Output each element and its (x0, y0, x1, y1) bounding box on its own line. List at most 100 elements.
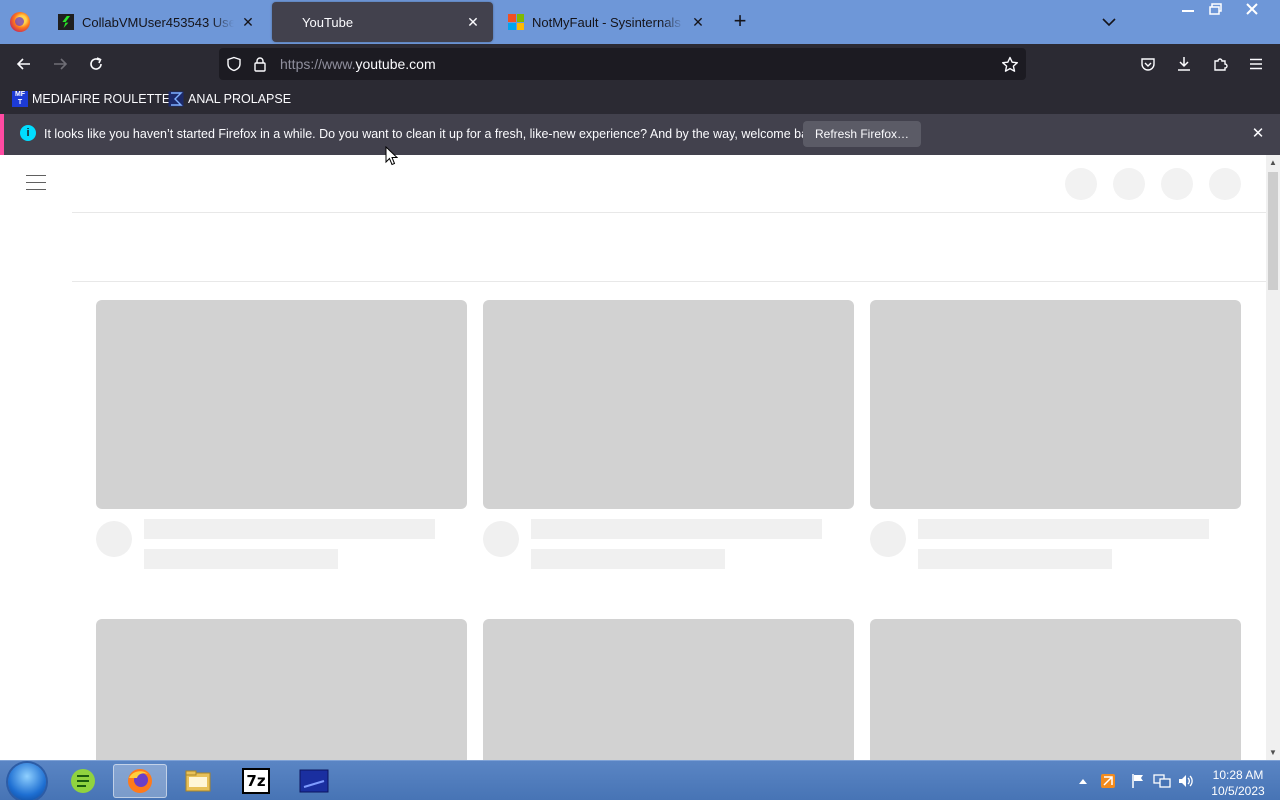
arrow-left-icon (16, 58, 30, 70)
channel-avatar-placeholder (96, 521, 132, 557)
youtube-page-skeleton (0, 155, 1266, 760)
new-tab-button[interactable]: + (728, 10, 752, 34)
video-thumbnail-placeholder (96, 300, 467, 509)
refresh-firefox-notification: i It looks like you haven’t started Fire… (0, 114, 1280, 155)
sigma-icon (168, 91, 184, 107)
video-thumbnail-placeholder (483, 300, 854, 509)
video-thumbnail-placeholder (870, 619, 1241, 760)
tab-youtube[interactable]: YouTube ✕ (272, 2, 493, 42)
url-text[interactable]: https://www.youtube.com (280, 56, 436, 72)
7zip-icon: 7z (242, 768, 270, 794)
close-tab-icon[interactable]: ✕ (465, 14, 481, 30)
bookmark-mediafire-rouletter[interactable]: MF T MEDIAFIRE ROULETTER (12, 90, 179, 108)
flag-icon (1132, 774, 1143, 788)
taskbar-clock[interactable]: 10:28 AM 10/5/2023 (1204, 767, 1272, 799)
orange-app-icon (1101, 774, 1115, 788)
title-placeholder (531, 519, 822, 539)
close-window-button[interactable] (1236, 0, 1268, 18)
shield-icon[interactable] (226, 56, 242, 72)
chevron-down-icon (1102, 18, 1116, 27)
placeholder-circle (1113, 168, 1145, 200)
start-button[interactable] (8, 763, 46, 800)
guide-menu-icon[interactable] (26, 175, 46, 191)
back-button[interactable] (10, 50, 38, 78)
reload-button[interactable] (82, 50, 110, 78)
action-center-icon[interactable] (1128, 770, 1148, 792)
header-divider (72, 212, 1266, 213)
taskbar-7zip[interactable]: 7z (229, 764, 283, 798)
placeholder-circle (1209, 168, 1241, 200)
download-icon (1178, 57, 1190, 71)
clock-time: 10:28 AM (1212, 768, 1264, 782)
title-placeholder (918, 519, 1209, 539)
tab-title: YouTube (302, 14, 354, 30)
firefox-logo-icon (10, 12, 30, 32)
app-menu-button[interactable] (1242, 50, 1270, 78)
refresh-firefox-button[interactable]: Refresh Firefox… (803, 121, 922, 147)
close-tab-icon[interactable]: ✕ (240, 14, 256, 30)
close-icon (1246, 3, 1258, 15)
placeholder-circle (1161, 168, 1193, 200)
mouse-cursor-icon (385, 146, 398, 166)
meta-placeholder (144, 549, 338, 569)
lock-icon[interactable] (253, 56, 267, 72)
firefox-icon (128, 769, 152, 793)
show-hidden-icons-button[interactable] (1077, 770, 1089, 792)
downloads-button[interactable] (1170, 50, 1198, 78)
speaker-icon (1179, 775, 1193, 787)
close-notification-button[interactable]: ✕ (1248, 124, 1268, 144)
taskbar-powershell[interactable] (287, 764, 341, 798)
extensions-button[interactable] (1206, 50, 1234, 78)
scrollbar-thumb[interactable] (1268, 172, 1278, 290)
network-icon (1153, 774, 1171, 788)
video-thumbnail-placeholder (870, 300, 1241, 509)
close-tab-icon[interactable]: ✕ (690, 14, 706, 30)
tab-collabvm-profile[interactable]: CollabVMUser453543 User Profile ✕ (44, 2, 268, 42)
microsoft-logo-icon (508, 14, 524, 30)
meta-placeholder (531, 549, 725, 569)
channel-avatar-placeholder (483, 521, 519, 557)
screen: CollabVMUser453543 User Profile ✕ YouTub… (0, 0, 1280, 800)
tab-title: NotMyFault - Sysinternals | Microsoft Le… (532, 14, 684, 30)
puzzle-piece-icon (1214, 58, 1228, 71)
url-domain: youtube.com (355, 56, 436, 72)
restore-window-button[interactable] (1202, 0, 1230, 18)
navigation-toolbar: https://www.youtube.com (0, 44, 1280, 84)
file-explorer-icon (185, 770, 211, 792)
restore-icon (1209, 3, 1222, 15)
forward-button[interactable] (46, 50, 74, 78)
tray-app-icon[interactable] (1098, 770, 1118, 792)
page-scrollbar[interactable]: ▲ ▼ (1266, 155, 1280, 760)
volume-icon[interactable] (1176, 770, 1196, 792)
info-icon: i (20, 125, 36, 141)
clock-date: 10/5/2023 (1211, 784, 1265, 798)
notepad-plus-plus-icon (71, 769, 95, 793)
bookmark-star-icon[interactable] (1001, 56, 1019, 73)
arrow-right-icon (54, 58, 68, 70)
title-placeholder (144, 519, 435, 539)
tab-strip: CollabVMUser453543 User Profile ✕ YouTub… (0, 0, 1280, 44)
video-thumbnail-placeholder (96, 619, 467, 760)
minimize-window-button[interactable] (1174, 0, 1202, 18)
network-icon[interactable] (1152, 770, 1172, 792)
collabvm-bolt-icon (58, 14, 74, 30)
taskbar-notepad-plus-plus[interactable] (56, 764, 110, 798)
list-all-tabs-button[interactable] (1098, 11, 1120, 33)
tab-notmyfault[interactable]: NotMyFault - Sysinternals | Microsoft Le… (494, 2, 718, 42)
url-bar[interactable]: https://www.youtube.com (219, 48, 1026, 80)
taskbar-file-explorer[interactable] (171, 764, 225, 798)
channel-avatar-placeholder (870, 521, 906, 557)
bookmark-anal-prolapse[interactable]: ANAL PROLAPSE (168, 90, 291, 108)
hamburger-menu-icon (1250, 58, 1262, 70)
taskbar-firefox[interactable] (113, 764, 167, 798)
windows-taskbar: 7z 10:28 AM 10/5/2023 (0, 760, 1280, 800)
pocket-icon (1141, 58, 1155, 71)
mediafire-icon: MF T (12, 91, 28, 107)
notification-message: It looks like you haven’t started Firefo… (44, 127, 825, 141)
scroll-down-arrow-icon[interactable]: ▼ (1269, 748, 1277, 757)
scroll-up-arrow-icon[interactable]: ▲ (1269, 158, 1277, 167)
pocket-button[interactable] (1134, 50, 1162, 78)
minimize-icon (1182, 10, 1194, 12)
chevron-up-icon (1079, 779, 1087, 784)
video-thumbnail-placeholder (483, 619, 854, 760)
